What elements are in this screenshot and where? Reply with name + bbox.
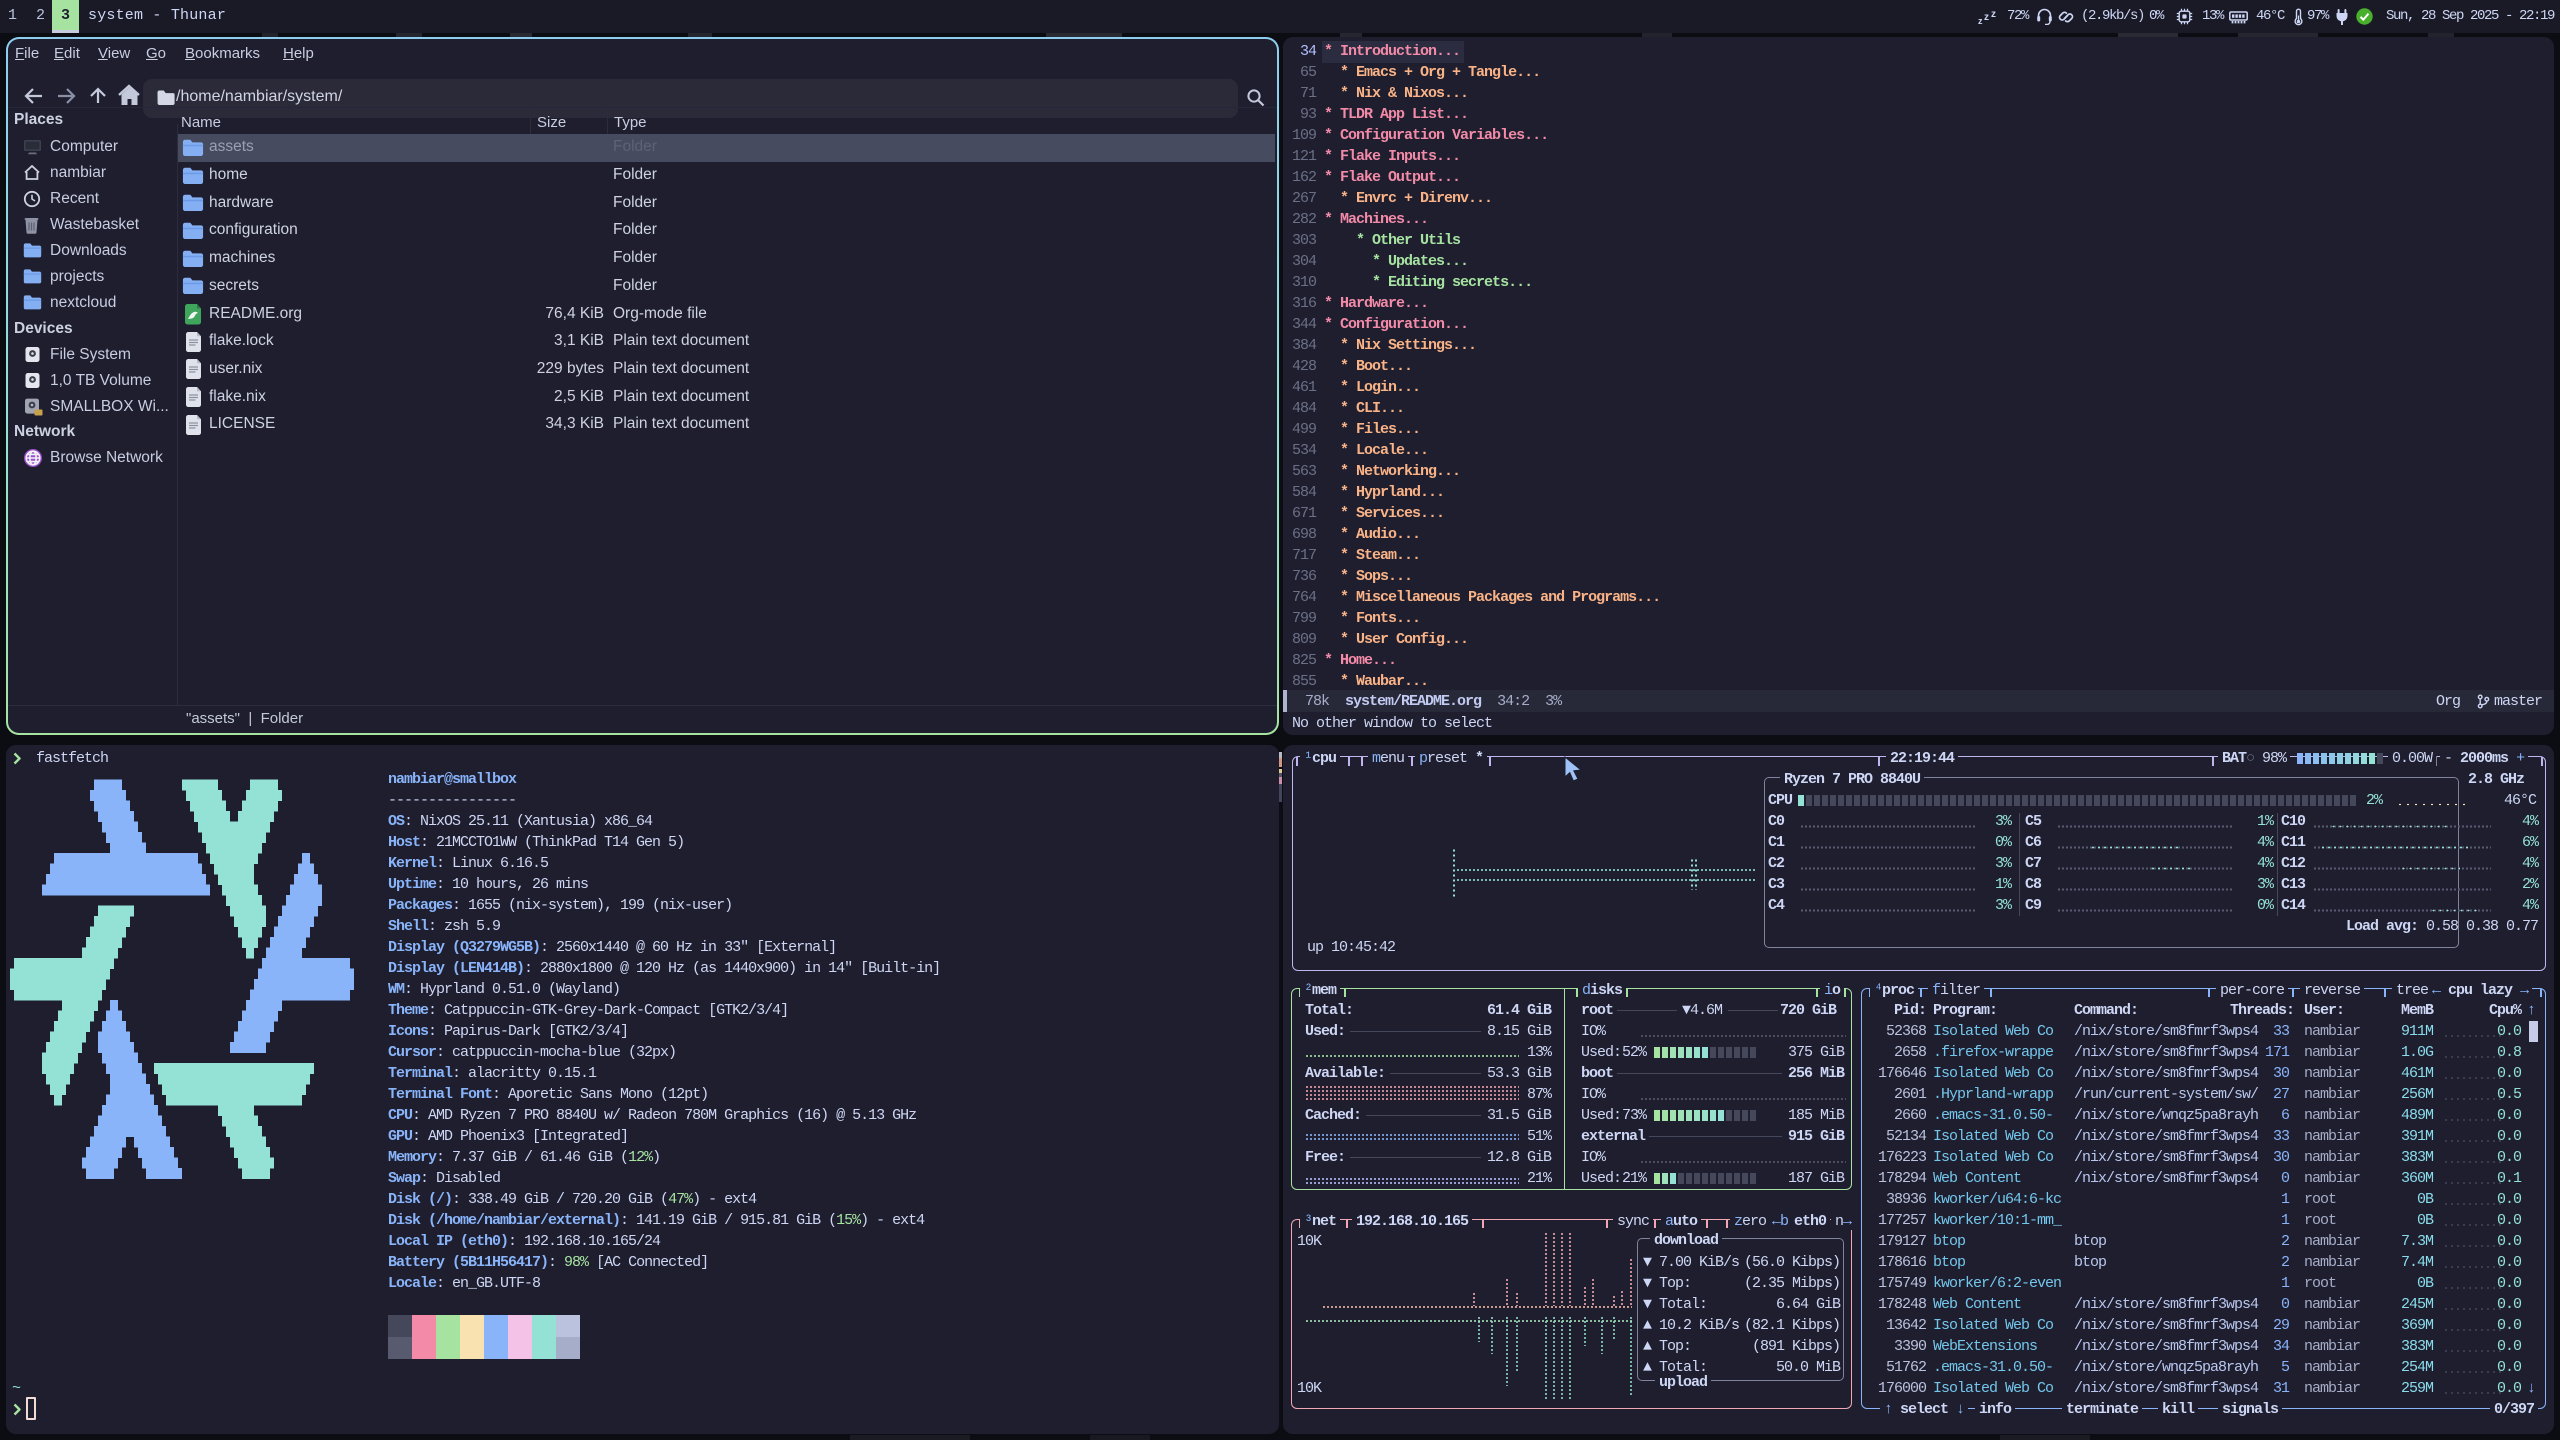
svg-text:z: z: [1984, 12, 1989, 23]
svg-text:z: z: [1978, 16, 1983, 26]
svg-text:z: z: [1991, 9, 1996, 20]
